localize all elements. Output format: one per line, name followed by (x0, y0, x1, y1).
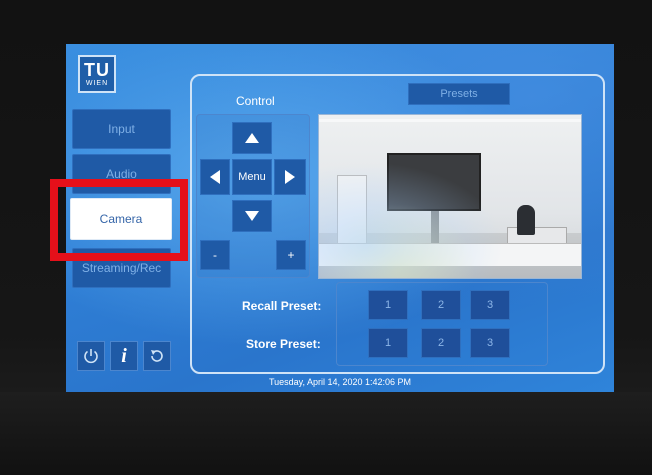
recall-preset-3-label: 3 (486, 299, 494, 311)
recall-preset-label: Recall Preset: (242, 299, 322, 313)
store-preset-1-button[interactable]: 1 (368, 328, 408, 358)
store-preset-2-button[interactable]: 2 (421, 328, 461, 358)
recall-preset-2-label: 2 (437, 299, 445, 311)
pan-left-button[interactable] (200, 159, 230, 195)
arrow-up-icon (245, 133, 259, 143)
pan-right-button[interactable] (274, 159, 306, 195)
zoom-in-button[interactable]: + (276, 240, 306, 270)
zoom-out-label: - (213, 248, 217, 262)
sidebar-item-audio[interactable]: Audio (72, 154, 171, 194)
tu-wien-logo: TU WIEN (78, 55, 116, 93)
store-preset-3-label: 3 (486, 337, 494, 349)
presets-label: Presets (440, 88, 478, 100)
zoom-out-button[interactable]: - (200, 240, 230, 270)
sidebar-item-label: Camera (99, 212, 143, 226)
store-preset-3-button[interactable]: 3 (470, 328, 510, 358)
sidebar-item-label: Input (108, 122, 135, 136)
touch-screen: TU WIEN Input Audio Camera Streaming/Rec… (66, 44, 614, 392)
store-preset-1-label: 1 (384, 337, 392, 349)
menu-label: Menu (238, 171, 266, 183)
tilt-down-button[interactable] (232, 200, 272, 232)
sidebar-item-label: Streaming/Rec (81, 261, 162, 275)
info-button[interactable]: i (110, 341, 138, 371)
logo-subtext: WIEN (85, 80, 109, 87)
recall-preset-2-button[interactable]: 2 (421, 290, 461, 320)
recall-preset-3-button[interactable]: 3 (470, 290, 510, 320)
sidebar-item-streaming[interactable]: Streaming/Rec (72, 248, 171, 288)
recall-preset-1-button[interactable]: 1 (368, 290, 408, 320)
menu-button[interactable]: Menu (232, 159, 272, 195)
device-bezel-lower (0, 392, 652, 475)
refresh-button[interactable] (143, 341, 171, 371)
arrow-right-icon (285, 170, 295, 184)
tilt-up-button[interactable] (232, 122, 272, 154)
power-button[interactable] (77, 341, 105, 371)
datetime-footer: Tuesday, April 14, 2020 1:42:06 PM (268, 377, 412, 387)
camera-preview (318, 114, 582, 279)
store-preset-label: Store Preset: (246, 337, 321, 351)
sidebar-item-camera[interactable]: Camera (70, 198, 172, 240)
store-preset-2-label: 2 (437, 337, 445, 349)
arrow-left-icon (210, 170, 220, 184)
presets-button[interactable]: Presets (408, 83, 510, 105)
recall-preset-1-label: 1 (384, 299, 392, 311)
arrow-down-icon (245, 211, 259, 221)
sidebar-item-label: Audio (106, 167, 137, 181)
power-icon (84, 349, 98, 364)
info-icon: i (121, 344, 127, 367)
zoom-in-label: + (287, 248, 295, 262)
control-title: Control (236, 94, 275, 108)
sidebar-item-input[interactable]: Input (72, 109, 171, 149)
refresh-icon (151, 350, 163, 362)
logo-text: TU (84, 60, 110, 80)
